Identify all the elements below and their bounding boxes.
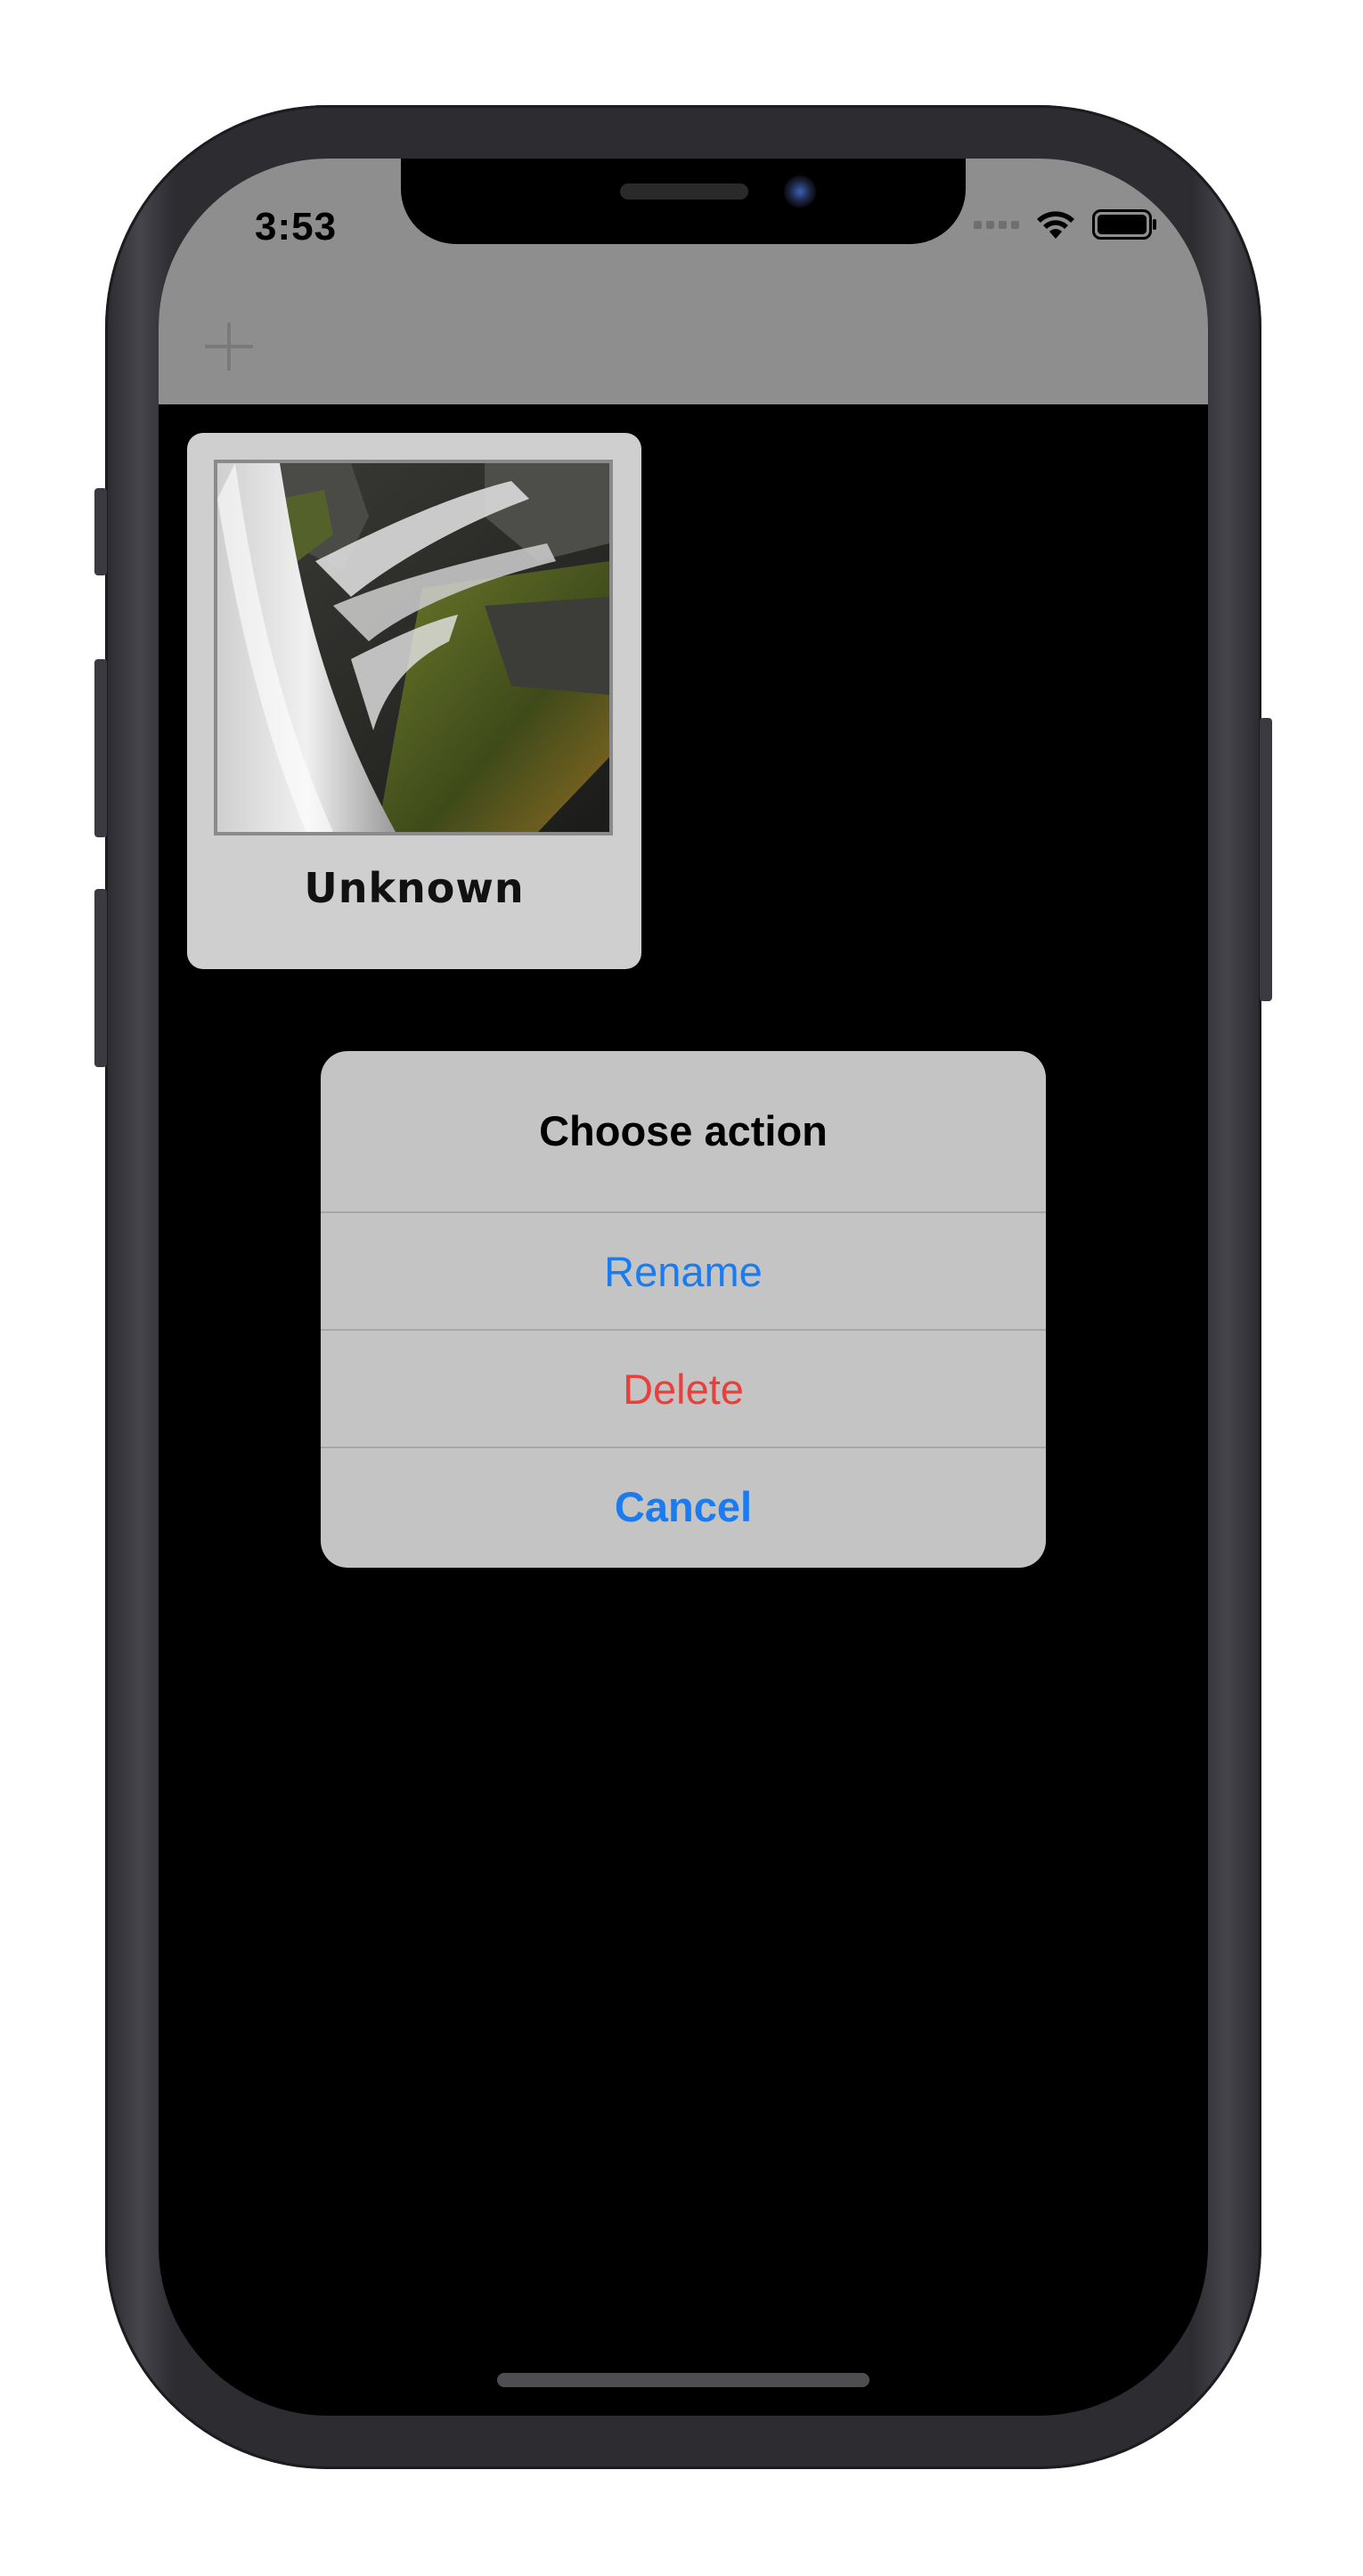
wifi-icon (1037, 211, 1074, 239)
silent-switch (94, 488, 107, 575)
action-alert: Choose action Rename Delete Cancel (321, 1051, 1046, 1568)
volume-down-button (94, 889, 107, 1067)
alert-title: Choose action (539, 1107, 828, 1154)
home-indicator[interactable] (497, 2373, 869, 2387)
add-album-button[interactable] (205, 322, 253, 371)
delete-button[interactable]: Delete (321, 1329, 1046, 1447)
status-time: 3:53 (255, 205, 338, 249)
waterfall-photo (217, 463, 609, 832)
status-icons (974, 208, 1158, 240)
earpiece-speaker (620, 183, 748, 200)
album-thumbnail (214, 460, 613, 836)
cancel-button[interactable]: Cancel (321, 1447, 1046, 1568)
cellular-signal-icon (974, 220, 1019, 229)
device-notch (401, 159, 966, 244)
screen: 3:53 Unknown Choose action Rename Delete… (159, 159, 1208, 2416)
album-card[interactable]: Unknown (187, 433, 641, 969)
power-button (1260, 718, 1272, 1001)
rename-button[interactable]: Rename (321, 1211, 1046, 1329)
front-camera (784, 175, 816, 208)
volume-up-button (94, 659, 107, 837)
battery-icon (1092, 209, 1156, 240)
album-label: Unknown (304, 864, 525, 912)
